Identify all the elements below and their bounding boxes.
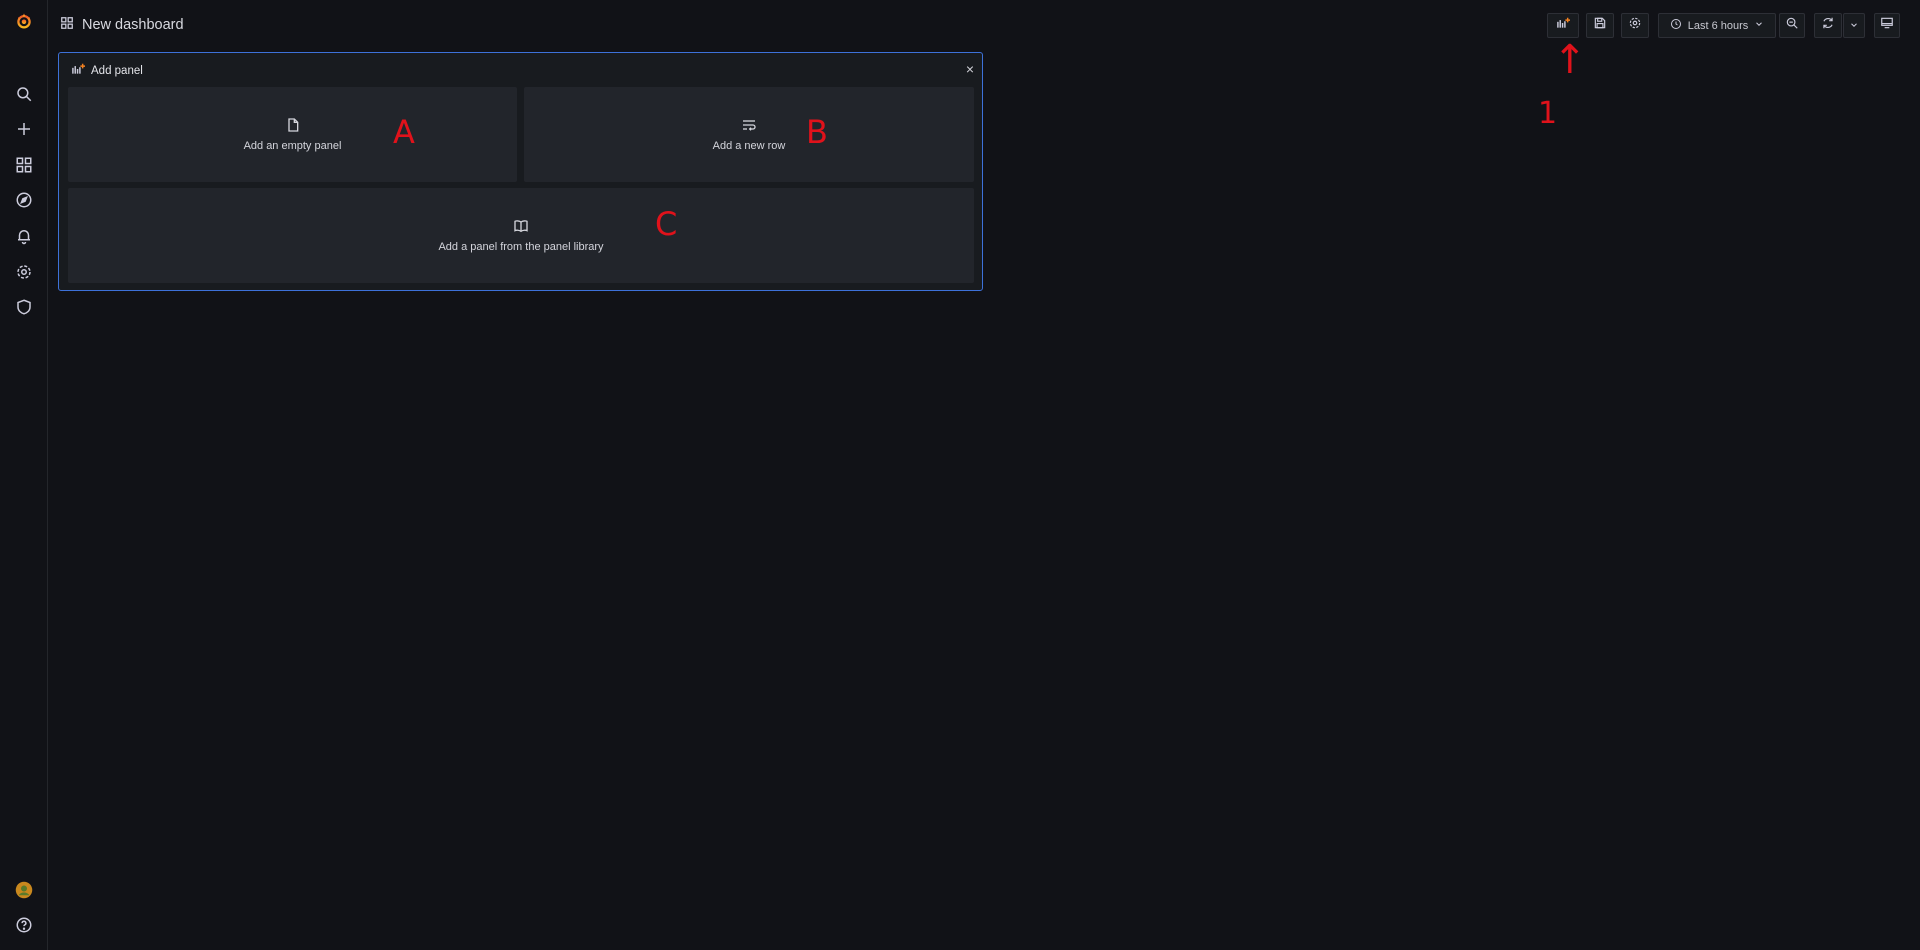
close-button[interactable]: ×	[966, 62, 974, 76]
row-icon	[741, 117, 757, 136]
refresh-interval-dropdown[interactable]	[1843, 13, 1865, 38]
shield-icon[interactable]	[12, 295, 36, 319]
chevron-down-icon	[1849, 17, 1859, 35]
add-panel-widget: Add panel × Add an empty panel Add a new…	[58, 52, 983, 291]
chevron-down-icon	[1754, 19, 1764, 32]
annotation-letter-a: A	[393, 113, 415, 151]
annotation-letter-b: B	[806, 113, 828, 151]
gear-icon	[1628, 16, 1642, 35]
option-label: Add an empty panel	[243, 140, 342, 152]
plus-icon[interactable]	[12, 117, 36, 141]
add-new-row-option[interactable]: Add a new row	[524, 87, 974, 182]
search-icon[interactable]	[12, 82, 36, 106]
explore-compass-icon[interactable]	[12, 188, 36, 212]
add-panel-title: Add panel	[91, 64, 143, 77]
annotation-step-number: 1	[1538, 96, 1558, 131]
dashboards-icon	[60, 16, 74, 34]
zoom-out-icon	[1785, 16, 1799, 35]
dashboard-title-text: New dashboard	[82, 17, 184, 33]
annotation-letter-c: C	[655, 205, 678, 243]
save-dashboard-button[interactable]	[1586, 13, 1614, 38]
dashboard-settings-button[interactable]	[1621, 13, 1649, 38]
add-panel-icon	[69, 62, 87, 79]
monitor-icon	[1880, 16, 1894, 35]
help-icon[interactable]	[12, 913, 36, 937]
option-label: Add a panel from the panel library	[438, 241, 604, 253]
refresh-icon	[1821, 16, 1835, 35]
option-label: Add a new row	[712, 140, 786, 152]
sidebar	[0, 0, 48, 950]
user-avatar-icon[interactable]	[12, 878, 36, 902]
zoom-out-button[interactable]	[1779, 13, 1805, 38]
file-icon	[285, 117, 301, 136]
annotation-arrow: ↑	[1553, 37, 1587, 83]
gear-icon[interactable]	[12, 260, 36, 284]
add-empty-panel-option[interactable]: Add an empty panel	[68, 87, 517, 182]
top-bar: New dashboard Last 6 hours	[48, 0, 1920, 52]
save-icon	[1593, 16, 1607, 35]
bell-icon[interactable]	[12, 224, 36, 248]
view-mode-button[interactable]	[1874, 13, 1900, 38]
add-panel-from-library-option[interactable]: Add a panel from the panel library	[68, 188, 974, 283]
refresh-button[interactable]	[1814, 13, 1842, 38]
dashboards-icon[interactable]	[12, 153, 36, 177]
time-range-picker[interactable]: Last 6 hours	[1658, 13, 1776, 38]
grafana-logo-icon[interactable]	[12, 9, 36, 33]
time-range-label: Last 6 hours	[1687, 19, 1749, 32]
add-panel-button[interactable]	[1547, 13, 1579, 38]
dashboard-title[interactable]: New dashboard	[60, 16, 184, 34]
add-panel-icon	[1556, 16, 1570, 35]
add-panel-header: Add panel	[69, 62, 143, 79]
book-icon	[513, 218, 529, 237]
clock-icon	[1670, 18, 1682, 33]
